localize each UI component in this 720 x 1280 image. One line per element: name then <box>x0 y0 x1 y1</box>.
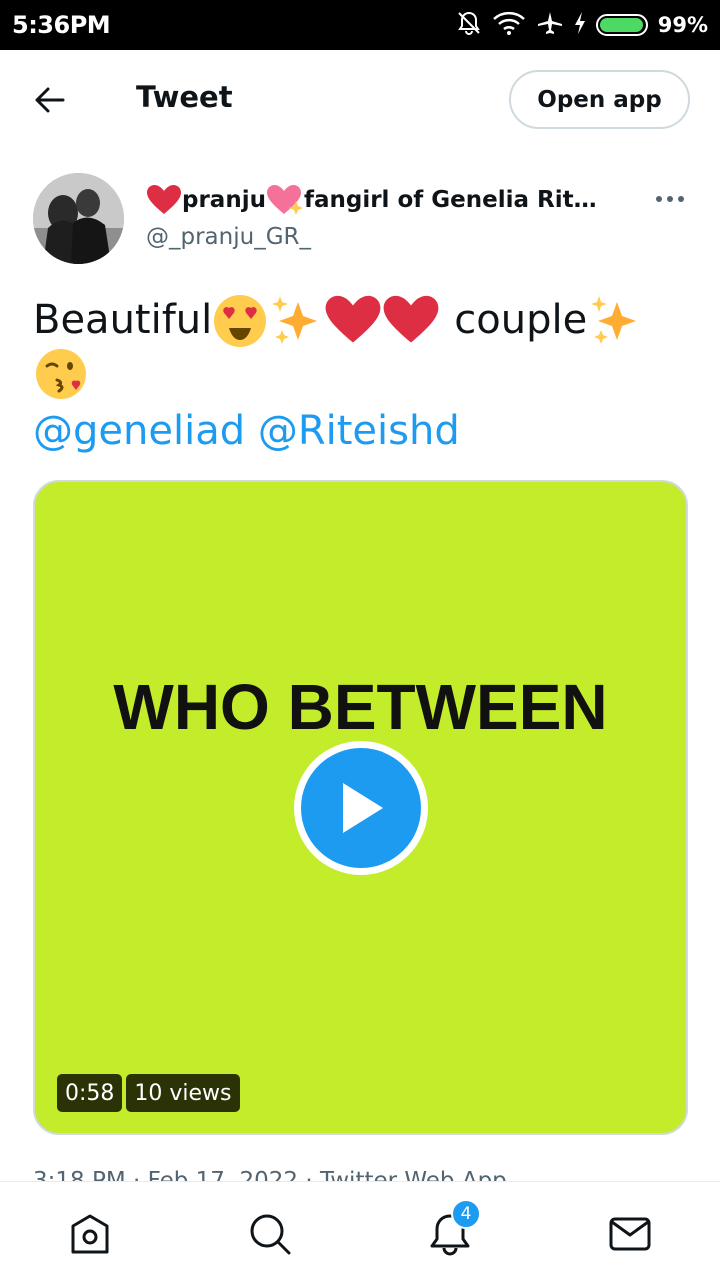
status-bar: 5:36PM 99% <box>0 0 720 50</box>
back-button[interactable] <box>28 80 72 120</box>
more-dot <box>678 196 684 202</box>
home-icon <box>71 1214 109 1254</box>
play-button-inner <box>301 748 421 868</box>
display-name-part2: fangirl of Genelia Rit… <box>303 187 597 213</box>
bottom-nav: 4 <box>0 1181 720 1280</box>
red-heart-emoji <box>383 295 439 343</box>
notification-count-badge: 4 <box>451 1199 481 1229</box>
search-icon <box>250 1214 291 1255</box>
status-time: 5:36PM <box>12 11 111 39</box>
tweet-text-line: Beautiful couple <box>33 293 693 347</box>
status-icons: 99% <box>456 10 708 40</box>
video-overlay-text: WHO BETWEEN <box>113 671 608 743</box>
top-bar: Tweet Open app <box>0 50 720 150</box>
mention-link[interactable]: @Riteishd <box>258 408 460 454</box>
video-player[interactable]: WHO BETWEEN 0:58 10 views <box>33 480 688 1135</box>
more-options-button[interactable] <box>648 184 692 214</box>
nav-search[interactable] <box>248 1212 292 1256</box>
messages-icon <box>609 1217 651 1251</box>
avatar[interactable] <box>33 173 124 264</box>
mention-link[interactable]: @geneliad <box>33 408 245 454</box>
charging-icon <box>574 11 586 39</box>
more-dot <box>656 196 662 202</box>
sparkles-emoji <box>272 296 318 344</box>
kiss-wink-emoji <box>36 349 86 399</box>
page-title: Tweet <box>136 80 233 114</box>
arrow-left-icon <box>35 87 65 113</box>
sparkling-heart-emoji <box>266 185 303 215</box>
tweet-text-line <box>33 347 693 401</box>
video-badges: 0:58 10 views <box>57 1074 240 1112</box>
open-app-button[interactable]: Open app <box>509 70 690 129</box>
heart-eyes-emoji <box>214 295 267 347</box>
red-heart-emoji <box>325 295 381 343</box>
battery-icon <box>595 14 648 36</box>
author-display-name[interactable]: pranju fangirl of Genelia Rit… <box>146 183 616 217</box>
sparkles-emoji <box>591 296 637 344</box>
airplane-icon <box>536 10 564 40</box>
display-name-part1: pranju <box>182 187 266 213</box>
author-handle[interactable]: @_pranju_GR_ <box>146 224 311 250</box>
wifi-icon <box>492 10 526 40</box>
play-icon <box>343 783 383 833</box>
notifications-off-icon <box>456 10 482 40</box>
tweet-word: couple <box>454 297 588 343</box>
tweet-mentions: @geneliad @Riteishd <box>33 404 460 458</box>
nav-home[interactable] <box>68 1212 112 1256</box>
more-dot <box>667 196 673 202</box>
nav-messages[interactable] <box>608 1212 652 1256</box>
video-duration: 0:58 <box>57 1074 123 1112</box>
red-heart-emoji <box>147 185 181 214</box>
tweet-text: Beautiful couple <box>33 293 693 401</box>
battery-percent: 99% <box>657 13 708 37</box>
play-button[interactable] <box>294 741 428 875</box>
tweet-word: Beautiful <box>33 297 213 343</box>
video-views: 10 views <box>126 1074 240 1112</box>
